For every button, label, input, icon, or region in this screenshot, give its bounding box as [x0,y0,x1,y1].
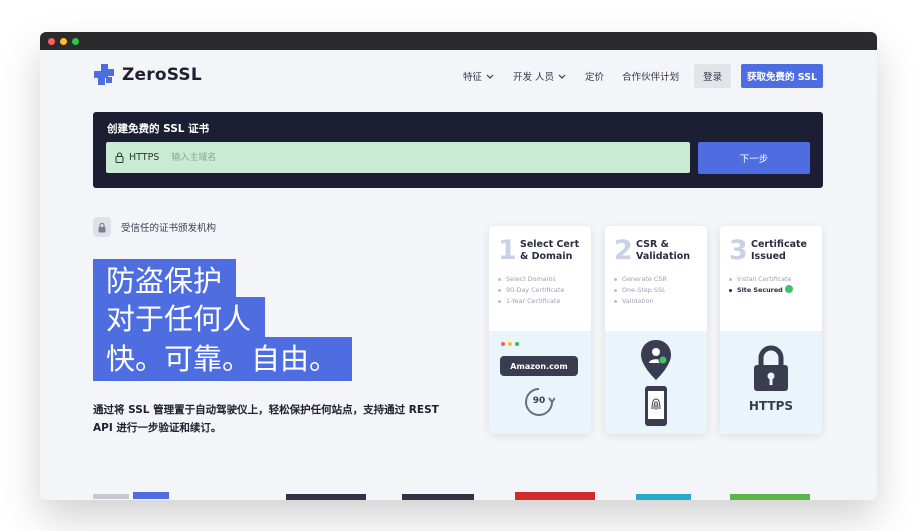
domain-input[interactable] [169,151,574,164]
step-card-csr-validation: 2 CSR & Validation Generate CSR One-Step… [605,226,707,434]
nav-item-developers[interactable]: 开发 人员 [513,69,566,83]
list-item: Install Certificate [729,274,822,285]
uber-logo-icon [402,494,474,500]
nav-item-label: 定价 [585,72,605,83]
trusted-ca-text: 受信任的证书颁发机构 [121,223,217,234]
nav-item-features[interactable]: 特征 [463,69,494,83]
step-illustration [605,331,707,434]
panel-title: 创建免费的 SSL 证书 [107,123,210,135]
step-number: 1 [498,235,517,266]
step-title: CSR & Validation [636,239,690,266]
step-feature-list: Select Domains 90-Day Certificate 1-Year… [489,274,591,307]
step-card-certificate-issued: 3 Certificate Issued Install Certificate… [720,226,822,434]
brand-name: ZeroSSL [122,65,202,85]
validity-days: 90 [532,396,546,406]
step-title-line: Validation [636,251,691,262]
close-window-button[interactable] [48,38,55,45]
create-certificate-panel: 创建免费的 SSL 证书 HTTPS 下一步 [93,112,823,188]
zerossl-logo-icon [94,64,114,85]
window-dots-icon [501,342,522,346]
trusted-ca-row: 受信任的证书颁发机构 [93,217,216,237]
top-navbar: ZeroSSL 特征 开发 人员 定价 合作伙伴计划 登录 获取免费的 SSL [40,50,877,102]
user-location-pin-icon [641,340,671,380]
https-label: HTTPS [748,399,794,413]
step-title: Certificate Issued [751,239,807,266]
list-item: Select Domains [498,274,591,285]
hero-headline-line-3: 快。可靠。自由。 [93,337,353,381]
nav-item-pricing[interactable]: 定价 [585,69,604,83]
step-title-line: & Domain [520,251,573,262]
partner-logo-icon [636,494,691,500]
window-titlebar [40,32,877,50]
lock-badge-icon [93,217,111,237]
partner-logo [93,494,129,499]
fingerprint-phone-icon [645,386,667,426]
step-title-line: Issued [751,251,786,262]
brand-logo[interactable]: ZeroSSL [94,64,202,86]
padlock-icon [754,345,788,391]
step-feature-list: Install Certificate Site Secured [720,274,822,296]
nav-item-partners[interactable]: 合作伙伴计划 [622,69,679,83]
browser-window: ZeroSSL 特征 开发 人员 定价 合作伙伴计划 登录 获取免费的 SSL … [40,32,877,500]
step-title: Select Cert & Domain [520,239,579,266]
chevron-down-icon [558,74,566,79]
minimize-window-button[interactable] [60,38,67,45]
nav-item-label: 开发 人员 [513,72,555,83]
partner-logos-strip [40,488,877,500]
lock-icon [115,152,124,163]
step-number: 3 [729,235,748,266]
slack-logo-icon [286,494,366,500]
step-title-line: CSR & [636,239,669,250]
next-step-button[interactable]: 下一步 [698,142,810,174]
list-item-continued: Validation [614,296,707,307]
list-item: 90-Day Certificate [498,285,591,296]
get-free-ssl-button[interactable]: 获取免费的 SSL [741,64,823,88]
chevron-down-icon [486,74,494,79]
partner-logo-icon [730,494,810,500]
list-item: One-Step SSL [614,285,707,296]
list-item: Generate CSR [614,274,707,285]
hero-description: 通过将 SSL 管理置于自动驾驶仪上，轻松保护任何站点，支持通过 REST AP… [93,404,439,434]
partner-logo-icon [515,492,595,500]
list-item: 1-Year Certificate [498,296,591,307]
nav-links: 特征 开发 人员 定价 合作伙伴计划 [463,69,679,83]
step-feature-list: Generate CSR One-Step SSL Validation [605,274,707,307]
domain-badge: Amazon.com [500,356,578,376]
step-number: 2 [614,235,633,266]
hero-headline-line-2: 对于任何人 [93,297,266,341]
domain-input-box[interactable]: HTTPS [106,142,690,173]
nav-item-label: 合作伙伴计划 [622,72,680,83]
step-illustration: Amazon.com 90 [489,331,591,434]
list-item-secured: Site Secured [729,285,822,296]
nav-item-label: 特征 [463,72,483,83]
protocol-label: HTTPS [129,152,160,163]
list-item-label: Site Secured [737,286,783,294]
step-title-line: Select Cert [520,239,580,250]
step-card-select-cert: 1 Select Cert & Domain Select Domains 90… [489,226,591,434]
login-button[interactable]: 登录 [694,64,731,88]
step-title-line: Certificate [751,239,807,250]
maximize-window-button[interactable] [72,38,79,45]
partner-logo [133,492,169,499]
step-illustration: HTTPS [720,331,822,434]
check-icon [784,285,793,293]
